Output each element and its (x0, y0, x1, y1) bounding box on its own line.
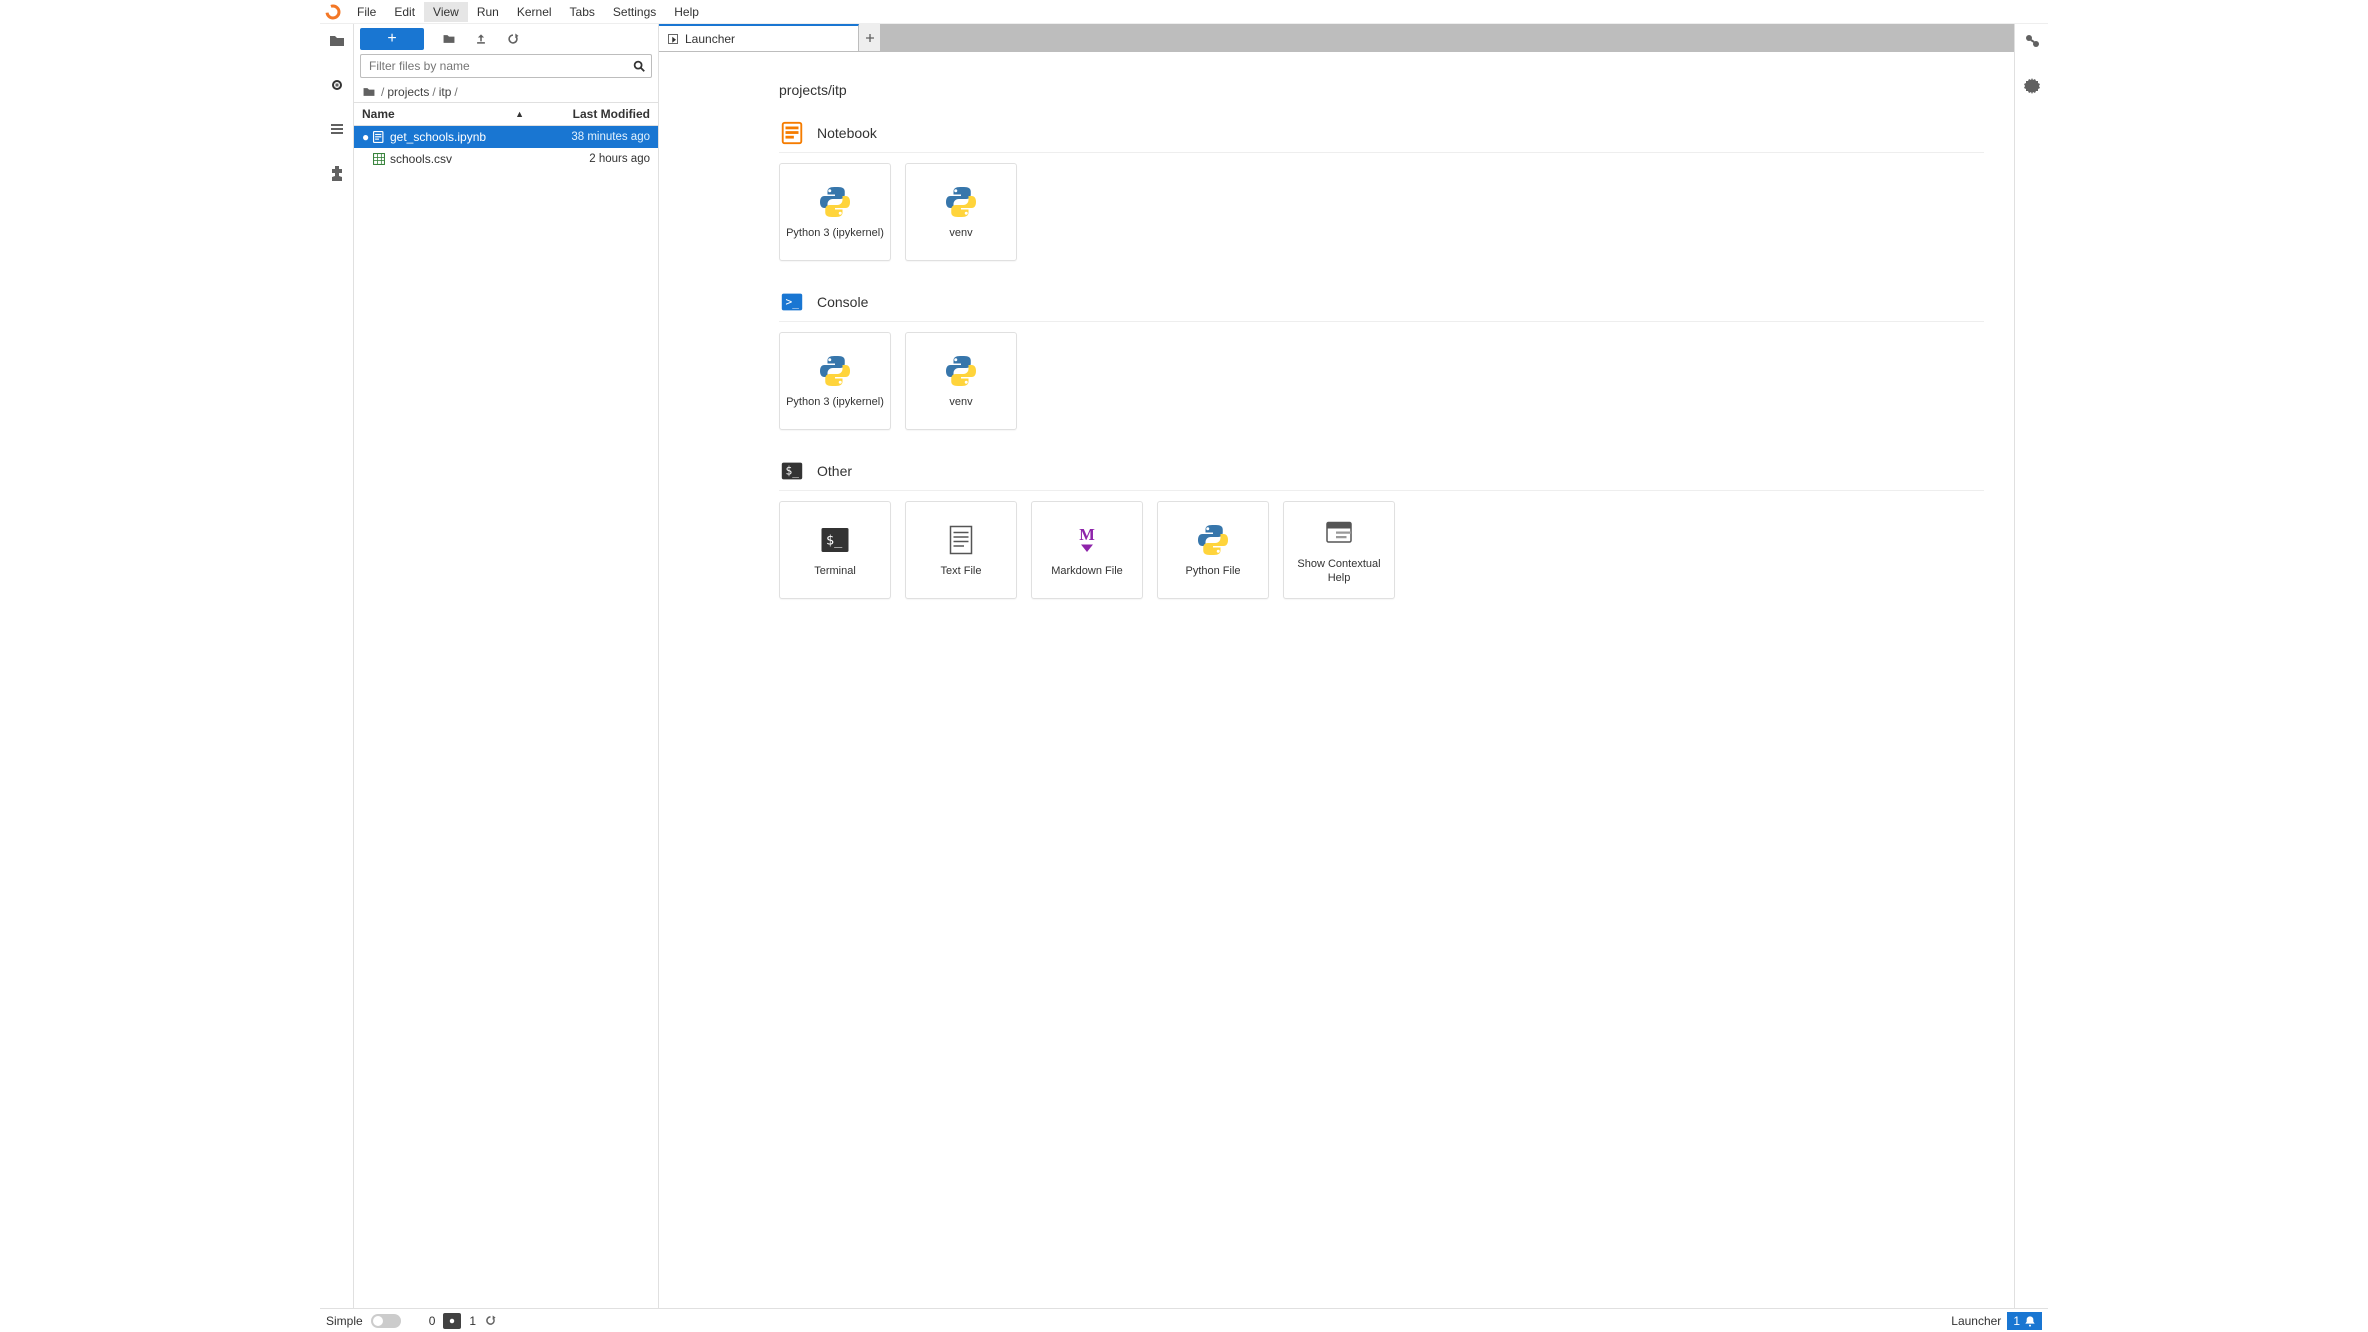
filter-input[interactable] (360, 54, 652, 78)
breadcrumb-segment[interactable]: itp (439, 85, 452, 99)
console-section-icon (779, 289, 805, 315)
menu-settings[interactable]: Settings (604, 2, 665, 22)
simple-toggle[interactable] (371, 1314, 401, 1328)
notifications-button[interactable]: 1 (2007, 1312, 2042, 1330)
file-row[interactable]: ● get_schools.ipynb38 minutes ago (354, 126, 658, 148)
mode-label: Launcher (1951, 1314, 2001, 1328)
launcher-card[interactable]: Markdown File (1031, 501, 1143, 599)
menu-kernel[interactable]: Kernel (508, 2, 561, 22)
card-label: Python 3 (ipykernel) (782, 396, 888, 410)
running-icon[interactable] (328, 76, 346, 94)
launcher-card[interactable]: Python 3 (ipykernel) (779, 332, 891, 430)
card-label: venv (945, 227, 976, 241)
file-name: schools.csv (390, 152, 530, 166)
notification-count: 1 (2013, 1314, 2020, 1328)
kernel-icon (447, 1316, 457, 1326)
menu-help[interactable]: Help (665, 2, 708, 22)
column-modified[interactable]: Last Modified (538, 103, 658, 125)
terminal-icon (816, 521, 854, 559)
launcher-icon (667, 33, 679, 45)
column-name[interactable]: Name ▲ (354, 103, 538, 125)
kernels-badge[interactable] (443, 1313, 461, 1329)
breadcrumb-segment[interactable]: projects (387, 85, 429, 99)
launcher-section-other: Other Terminal Text File Markdown File Pytho… (779, 458, 1984, 599)
folder-icon[interactable] (362, 85, 376, 99)
card-label: Text File (937, 565, 986, 579)
launcher-card[interactable]: Text File (905, 501, 1017, 599)
menu-tabs[interactable]: Tabs (561, 2, 604, 22)
card-label: venv (945, 396, 976, 410)
jupyter-logo-icon (324, 3, 342, 21)
launcher-card[interactable]: venv (905, 332, 1017, 430)
python-icon (942, 183, 980, 221)
terminals-count[interactable]: 0 (429, 1314, 436, 1328)
launcher-section-notebook: Notebook Python 3 (ipykernel) venv (779, 120, 1984, 261)
launcher-section-console: Console Python 3 (ipykernel) venv (779, 289, 1984, 430)
file-name: get_schools.ipynb (390, 130, 530, 144)
section-title: Console (817, 294, 868, 310)
section-title: Other (817, 463, 852, 479)
refresh-icon[interactable] (506, 32, 520, 46)
bell-icon (2024, 1315, 2036, 1327)
card-label: Python 3 (ipykernel) (782, 227, 888, 241)
running-dot: ● (362, 130, 368, 144)
markdown-icon (1068, 521, 1106, 559)
right-sidebar (2014, 24, 2048, 1308)
menu-edit[interactable]: Edit (385, 2, 424, 22)
launcher: projects/itp Notebook Python 3 (ipykernel… (659, 52, 2014, 1308)
csv-file-icon (372, 152, 386, 166)
terminal-section-icon (779, 458, 805, 484)
card-label: Python File (1181, 565, 1244, 579)
extension-icon[interactable] (328, 164, 346, 182)
python-icon (1194, 521, 1232, 559)
card-label: Show Contextual Help (1284, 558, 1394, 586)
file-list-header: Name ▲ Last Modified (354, 102, 658, 126)
menu-file[interactable]: File (348, 2, 385, 22)
launcher-card[interactable]: Show Contextual Help (1283, 501, 1395, 599)
file-list: ●get_schools.ipynb38 minutes agoschools.… (354, 126, 658, 1308)
launcher-card[interactable]: Python File (1157, 501, 1269, 599)
notebook-file-icon (372, 130, 386, 144)
add-tab-button[interactable] (859, 24, 881, 51)
sync-icon[interactable] (484, 1314, 497, 1327)
contexthelp-icon (1320, 514, 1358, 552)
card-label: Terminal (810, 565, 860, 579)
file-modified: 2 hours ago (530, 153, 650, 165)
textfile-icon (942, 521, 980, 559)
kernels-count[interactable]: 1 (469, 1314, 476, 1328)
card-label: Markdown File (1047, 565, 1127, 579)
python-icon (816, 183, 854, 221)
python-icon (816, 352, 854, 390)
sort-caret-icon: ▲ (515, 109, 524, 119)
upload-icon[interactable] (474, 32, 488, 46)
section-title: Notebook (817, 125, 877, 141)
property-inspector-icon[interactable] (2023, 32, 2041, 50)
menu-view[interactable]: View (424, 2, 468, 22)
launcher-card[interactable]: Terminal (779, 501, 891, 599)
launcher-card[interactable]: Python 3 (ipykernel) (779, 163, 891, 261)
notebook-section-icon (779, 120, 805, 146)
new-launcher-button[interactable]: + (360, 28, 424, 50)
folder-icon[interactable] (328, 32, 346, 50)
launcher-card[interactable]: venv (905, 163, 1017, 261)
activity-bar (320, 24, 354, 1308)
statusbar: Simple 0 1 Launcher 1 (320, 1308, 2048, 1332)
launcher-cwd: projects/itp (779, 82, 1984, 98)
plus-icon (864, 32, 876, 44)
file-modified: 38 minutes ago (530, 131, 650, 143)
python-icon (942, 352, 980, 390)
new-folder-icon[interactable] (442, 32, 456, 46)
menubar: FileEditViewRunKernelTabsSettingsHelp (320, 0, 2048, 24)
search-icon (632, 59, 646, 73)
menu-run[interactable]: Run (468, 2, 508, 22)
file-row[interactable]: schools.csv2 hours ago (354, 148, 658, 170)
file-browser: + / projects / itp / Name ▲ (354, 24, 659, 1308)
simple-label: Simple (326, 1314, 363, 1328)
debugger-icon[interactable] (2023, 76, 2041, 94)
tab-label: Launcher (685, 32, 735, 46)
tab-launcher[interactable]: Launcher (659, 24, 859, 51)
tabbar: Launcher (659, 24, 2014, 52)
toc-icon[interactable] (328, 120, 346, 138)
breadcrumb: / projects / itp / (354, 82, 658, 102)
